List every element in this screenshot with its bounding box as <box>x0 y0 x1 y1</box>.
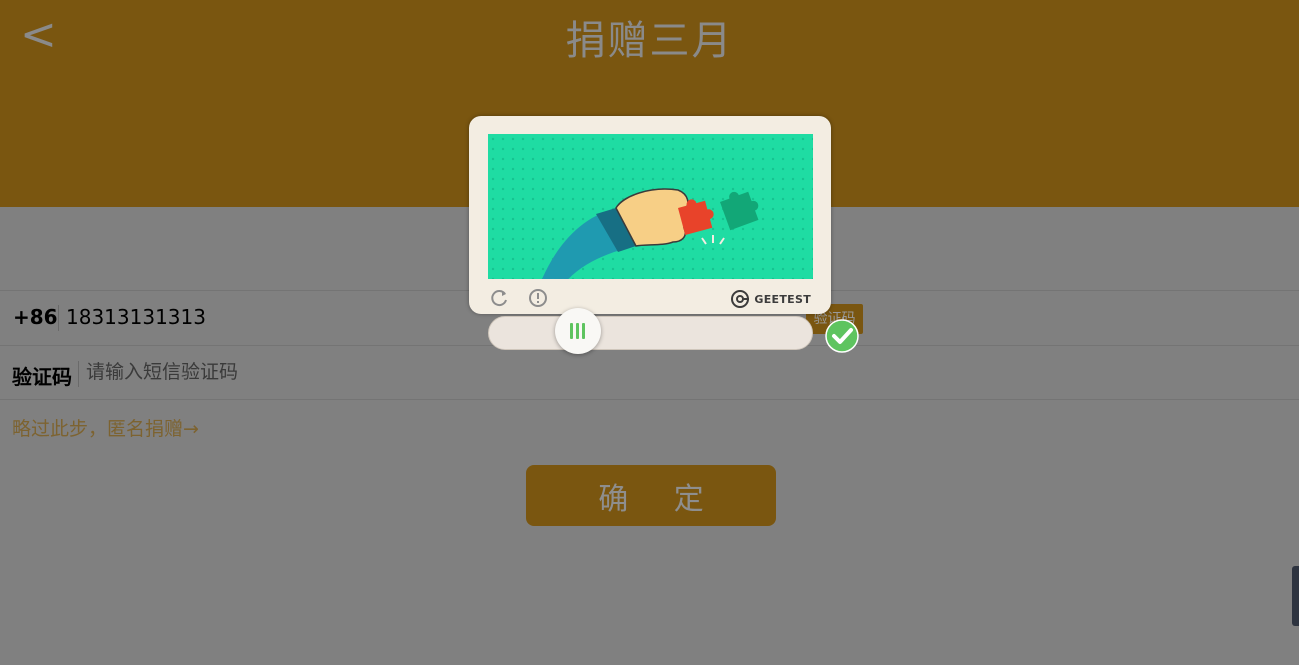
exclamation-circle-icon[interactable] <box>527 287 549 309</box>
skip-anonymous-link[interactable]: 略过此步，匿名捐赠→ <box>12 414 199 441</box>
brand-text: GEETEST <box>754 292 811 306</box>
geetest-icon <box>731 290 750 308</box>
geetest-logo: GEETEST <box>730 288 811 310</box>
refresh-icon[interactable] <box>489 287 511 309</box>
slider-track[interactable] <box>488 316 813 350</box>
code-row: 验证码 <box>0 345 1299 400</box>
side-widget[interactable] <box>1292 566 1299 626</box>
check-circle-icon <box>825 319 859 353</box>
country-code[interactable]: +86 <box>13 305 58 329</box>
hand-puzzle-illustration <box>542 188 759 279</box>
code-label: 验证码 <box>12 365 72 389</box>
phone-input[interactable] <box>66 305 366 329</box>
slider-handle[interactable] <box>555 308 601 354</box>
sms-code-input[interactable] <box>86 361 486 383</box>
divider <box>78 361 79 387</box>
captcha-popup: GEETEST <box>469 116 831 314</box>
captcha-puzzle-image <box>488 134 813 279</box>
confirm-button[interactable]: 确 定 <box>526 465 776 526</box>
captcha-toolbar: GEETEST <box>469 284 831 314</box>
divider <box>58 305 59 331</box>
puzzle-slot <box>720 191 759 231</box>
page-title: 捐赠三月 <box>565 18 734 64</box>
